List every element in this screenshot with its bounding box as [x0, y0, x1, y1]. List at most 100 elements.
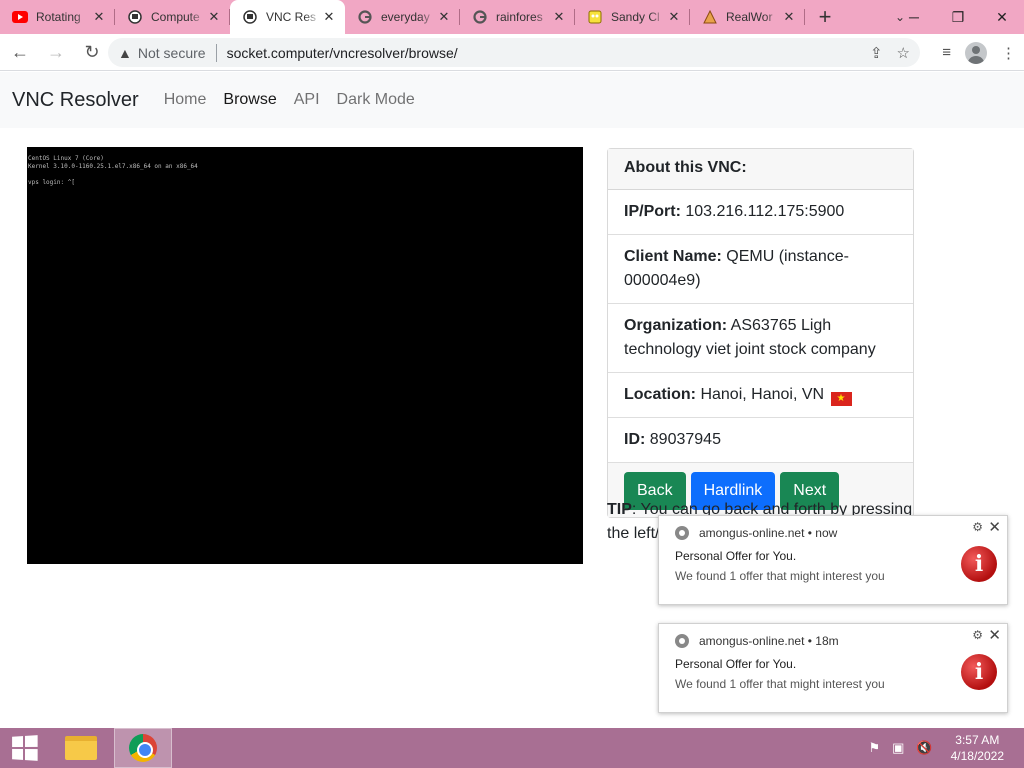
google-icon — [357, 9, 373, 25]
notification-popup[interactable]: amongus-online.net • 18m ⚙ ✕ Personal Of… — [658, 623, 1008, 713]
forward-arrow-icon[interactable]: → — [40, 36, 72, 68]
notification-site: amongus-online.net — [699, 526, 805, 540]
profile-avatar-icon[interactable] — [965, 41, 987, 64]
site-brand[interactable]: VNC Resolver — [12, 89, 139, 112]
tab-rainforest[interactable]: rainfores ✕ — [460, 0, 575, 34]
close-window-button[interactable]: ✕ — [980, 0, 1024, 34]
tab-strip: Rotating ✕ Compute ✕ VNC Res ✕ everyday … — [0, 0, 1024, 34]
computer-icon — [127, 9, 143, 25]
organization-row: Organization: AS63765 Ligh technology vi… — [608, 304, 913, 373]
restore-button[interactable]: ❐ — [936, 0, 980, 34]
computer-icon — [242, 9, 258, 25]
window-controls: ─ ❐ ✕ — [892, 0, 1024, 34]
tab-rotating[interactable]: Rotating ✕ — [0, 0, 115, 34]
windows-logo-icon — [12, 735, 38, 761]
settings-gear-icon[interactable]: ⚙ — [972, 628, 983, 642]
notification-title: Personal Offer for You. — [675, 549, 797, 563]
taskbar-clock[interactable]: 3:57 AM 4/18/2022 — [951, 732, 1004, 764]
notification-time: 18m — [815, 634, 839, 648]
menu-kebab-icon[interactable]: ⋮ — [1001, 44, 1016, 62]
address-bar[interactable]: ▲ Not secure socket.computer/vncresolver… — [108, 38, 920, 67]
share-icon[interactable]: ⇪ — [870, 44, 883, 62]
tab-realworld[interactable]: RealWor ✕ — [690, 0, 805, 34]
browser-toolbar: ← → ↻ ▲ Not secure socket.computer/vncre… — [0, 34, 1024, 71]
windows-taskbar: ⚑ ▣ 🔇 3:57 AM 4/18/2022 — [0, 728, 1024, 768]
ip-port-value: 103.216.112.175:5900 — [685, 203, 845, 220]
start-button[interactable] — [0, 728, 48, 768]
security-label[interactable]: Not secure — [138, 45, 206, 61]
tab-label: RealWor — [726, 10, 773, 24]
tab-label: VNC Res — [266, 10, 317, 24]
notification-header: amongus-online.net • 18m — [675, 634, 839, 648]
url-text[interactable]: socket.computer/vncresolver/browse/ — [227, 45, 458, 61]
action-center-flag-icon[interactable]: ⚑ — [868, 740, 880, 756]
warning-icon[interactable]: ▲ — [118, 45, 132, 61]
tab-close-icon[interactable]: ✕ — [551, 9, 567, 25]
nav-api[interactable]: API — [294, 91, 320, 109]
tab-close-icon[interactable]: ✕ — [321, 9, 337, 25]
tab-divider — [804, 9, 805, 25]
clock-time: 3:57 AM — [955, 733, 1000, 747]
omnibox-actions: ⇪ ☆ — [870, 38, 910, 67]
settings-gear-icon[interactable]: ⚙ — [972, 520, 983, 534]
new-tab-button[interactable]: + — [805, 0, 845, 34]
card-header: About this VNC: — [608, 149, 913, 190]
spongebob-icon — [587, 9, 603, 25]
tab-close-icon[interactable]: ✕ — [781, 9, 797, 25]
nav-home[interactable]: Home — [164, 91, 207, 109]
notification-body: We found 1 offer that might interest you — [675, 569, 885, 583]
location-label: Location: — [624, 386, 696, 403]
tab-label: rainfores — [496, 10, 543, 24]
notification-time: now — [815, 526, 838, 540]
vietnam-flag-icon: ★ — [830, 392, 852, 406]
ip-port-row: IP/Port: 103.216.112.175:5900 — [608, 190, 913, 235]
info-icon: i — [961, 654, 997, 690]
folder-icon — [65, 736, 97, 760]
nav-browse[interactable]: Browse — [223, 91, 276, 109]
info-icon: i — [961, 546, 997, 582]
chrome-icon — [675, 634, 689, 648]
tab-close-icon[interactable]: ✕ — [91, 9, 107, 25]
youtube-icon — [12, 9, 28, 25]
organization-label: Organization: — [624, 317, 728, 334]
minimize-button[interactable]: ─ — [892, 0, 936, 34]
client-name-row: Client Name: QEMU (instance-000004e9) — [608, 235, 913, 304]
tab-label: Compute — [151, 10, 200, 24]
file-explorer-button[interactable] — [52, 728, 110, 768]
notification-body: We found 1 offer that might interest you — [675, 677, 885, 691]
id-row: ID: 89037945 — [608, 418, 913, 463]
vnc-console-text: CentOS Linux 7 (Core) Kernel 3.10.0-1160… — [28, 155, 198, 186]
nav-dark-mode[interactable]: Dark Mode — [337, 91, 415, 109]
close-icon[interactable]: ✕ — [988, 626, 1001, 644]
notification-header: amongus-online.net • now — [675, 526, 837, 540]
toolbar-actions: ≡ ⋮ — [942, 38, 1016, 67]
tab-vnc-resolver[interactable]: VNC Res ✕ — [230, 0, 345, 34]
notification-dot: • — [804, 526, 816, 540]
reload-icon[interactable]: ↻ — [76, 36, 108, 68]
client-name-label: Client Name: — [624, 248, 722, 265]
tab-close-icon[interactable]: ✕ — [436, 9, 452, 25]
tab-label: Sandy Cl — [611, 10, 660, 24]
tab-everyday[interactable]: everyday ✕ — [345, 0, 460, 34]
bookmark-star-icon[interactable]: ☆ — [897, 44, 910, 62]
tab-close-icon[interactable]: ✕ — [206, 9, 222, 25]
tip-label: TIP — [607, 501, 632, 518]
notification-title: Personal Offer for You. — [675, 657, 797, 671]
location-value: Hanoi, Hanoi, VN — [700, 386, 825, 403]
tab-label: Rotating — [36, 10, 81, 24]
network-icon[interactable]: ▣ — [892, 740, 904, 756]
tab-close-icon[interactable]: ✕ — [666, 9, 682, 25]
volume-muted-icon[interactable]: 🔇 — [916, 740, 932, 756]
notification-popup[interactable]: amongus-online.net • now ⚙ ✕ Personal Of… — [658, 515, 1008, 605]
id-value: 89037945 — [649, 431, 721, 448]
id-label: ID: — [624, 431, 646, 448]
chrome-taskbar-button[interactable] — [114, 728, 172, 768]
google-icon — [472, 9, 488, 25]
back-arrow-icon[interactable]: ← — [4, 36, 36, 68]
media-queue-icon[interactable]: ≡ — [942, 44, 951, 61]
clock-date: 4/18/2022 — [950, 749, 1004, 763]
tab-sandy[interactable]: Sandy Cl ✕ — [575, 0, 690, 34]
vnc-info-card: About this VNC: IP/Port: 103.216.112.175… — [607, 148, 914, 518]
tab-computer[interactable]: Compute ✕ — [115, 0, 230, 34]
close-icon[interactable]: ✕ — [988, 518, 1001, 536]
